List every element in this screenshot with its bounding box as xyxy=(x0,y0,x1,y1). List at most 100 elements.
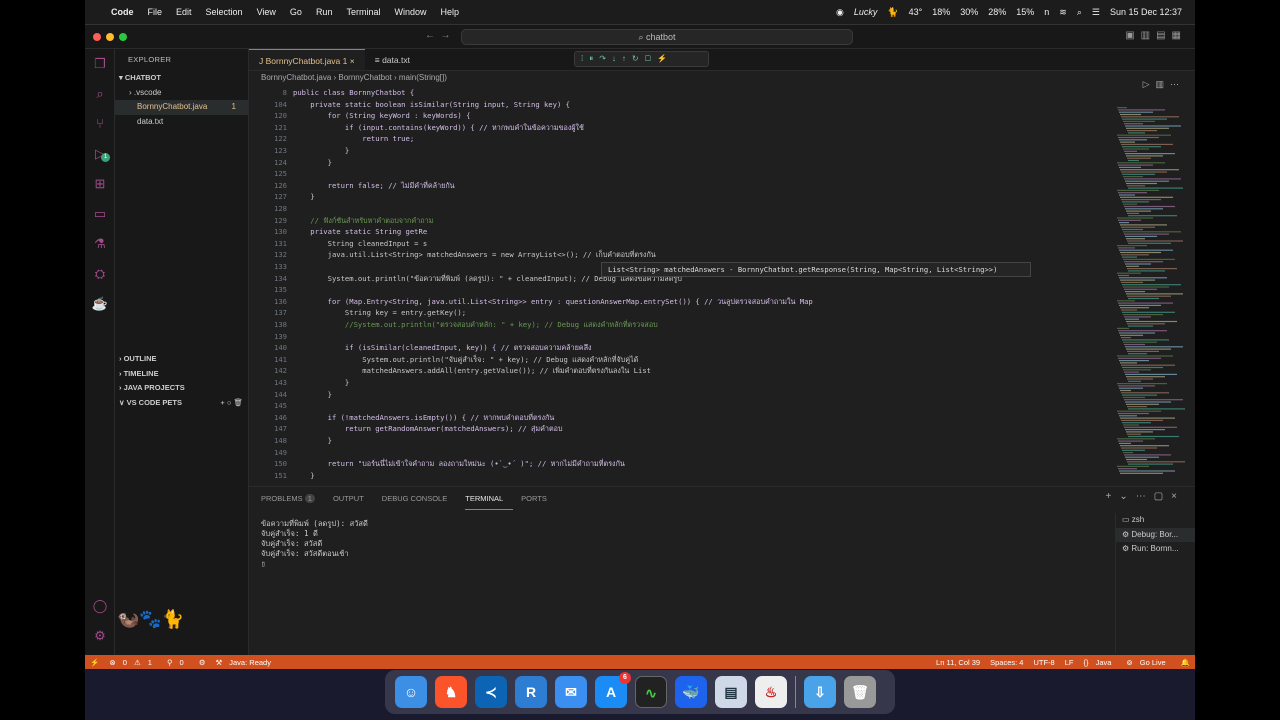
tab-data-txt[interactable]: ≡ data.txt xyxy=(365,49,420,70)
lucky-status[interactable]: Lucky xyxy=(849,7,883,17)
tab-output[interactable]: OUTPUT xyxy=(333,489,374,509)
file-bornnychatbot[interactable]: BornnyChatbot.java 1 xyxy=(115,100,248,115)
remote-desktop-icon[interactable]: R xyxy=(515,676,547,708)
terminal-debug[interactable]: ⚙ Debug: Bor... xyxy=(1116,527,1195,542)
folder-chatbot[interactable]: ▾ CHATBOT xyxy=(115,71,248,86)
language-mode[interactable]: {} Java xyxy=(1078,658,1121,667)
menu-selection[interactable]: Selection xyxy=(199,7,250,17)
activity-monitor-icon[interactable]: ∿ xyxy=(635,676,667,708)
pets-actions[interactable]: + ○ 🗑 xyxy=(220,396,243,411)
file-data-txt[interactable]: data.txt xyxy=(115,115,248,130)
extensions-icon[interactable]: ⊞ xyxy=(91,175,109,193)
code-view[interactable]: 8 public class BornnyChatbot {104 private… xyxy=(249,88,1109,486)
close-window-button[interactable] xyxy=(93,33,101,41)
remote-explorer-icon[interactable]: ▭ xyxy=(91,205,109,223)
minimap-line xyxy=(1127,157,1151,159)
section-java-projects[interactable]: › JAVA PROJECTS xyxy=(115,381,249,396)
tab-bornnychatbot[interactable]: J BornnyChatbot.java 1 × xyxy=(249,49,365,70)
explorer-icon[interactable]: ❐ xyxy=(91,55,109,73)
remote-icon[interactable]: ⚡ xyxy=(85,658,104,667)
terminal-zsh[interactable]: ▭ zsh xyxy=(1116,513,1195,528)
zoom-window-button[interactable] xyxy=(119,33,127,41)
app-store-icon[interactable]: A6 xyxy=(595,672,631,708)
docker-icon[interactable]: 🐳 xyxy=(675,676,707,708)
teapot-icon[interactable]: ☕ xyxy=(91,295,109,313)
terminal-run[interactable]: ⚙ Run: Bornn... xyxy=(1116,542,1195,557)
go-live-button[interactable]: ⊚ Go Live xyxy=(1121,658,1175,667)
wifi-icon[interactable]: ≋ xyxy=(1054,7,1072,18)
bell-icon[interactable]: 🔔 xyxy=(1176,658,1195,667)
control-center-icon[interactable]: ☰ xyxy=(1087,7,1105,18)
section-timeline[interactable]: › TIMELINE xyxy=(115,367,249,382)
input-source[interactable]: n xyxy=(1039,7,1054,17)
cpu-status[interactable]: 18% xyxy=(927,7,955,17)
dock-divider xyxy=(795,676,796,708)
breadcrumb-file[interactable]: BornnyChatbot.java xyxy=(261,73,331,82)
layout-icons[interactable]: ▣▥▤▦ xyxy=(1125,30,1187,41)
menu-edit[interactable]: Edit xyxy=(169,7,199,17)
java-status-label: Java: Ready xyxy=(229,657,271,667)
record-icon[interactable]: ◉ xyxy=(831,7,849,18)
debug-toolbar[interactable]: ⁞⏸↷↓↑↻▢⚡ xyxy=(574,51,709,67)
run-debug-icon[interactable]: ▷ 1 xyxy=(91,145,110,163)
menu-view[interactable]: View xyxy=(250,7,283,17)
tab-debug-console[interactable]: DEBUG CONSOLE xyxy=(382,489,457,509)
minimap-line xyxy=(1120,417,1175,419)
file-vscode[interactable]: › .vscode xyxy=(115,86,248,101)
account-icon[interactable]: ◯ xyxy=(91,597,109,615)
tab-problems[interactable]: PROBLEMS 1 xyxy=(261,489,325,509)
line-number: 140 xyxy=(274,343,287,353)
tab-ports[interactable]: PORTS xyxy=(521,489,557,509)
tab-terminal[interactable]: TERMINAL xyxy=(465,489,514,510)
search-icon[interactable]: ⌕ xyxy=(1072,7,1087,18)
menu-terminal[interactable]: Terminal xyxy=(339,7,387,17)
problems-status[interactable]: ⊗ 0 ⚠ 1 xyxy=(104,658,162,667)
breadcrumb-method[interactable]: main(String[]) xyxy=(399,73,447,82)
downloads-icon[interactable]: ⇩ xyxy=(804,676,836,708)
ports-status[interactable]: ⚲ 0 xyxy=(162,658,194,667)
panel-actions[interactable]: +⌄⋯▢× xyxy=(1105,491,1185,502)
app-menu[interactable]: Code xyxy=(104,7,141,17)
brave-icon[interactable]: ♞ xyxy=(435,676,467,708)
testing-icon[interactable]: ⚗ xyxy=(91,235,109,253)
encoding[interactable]: UTF-8 xyxy=(1028,658,1059,667)
menu-help[interactable]: Help xyxy=(433,7,466,17)
clock[interactable]: Sun 15 Dec 12:37 xyxy=(1105,7,1187,17)
docker-icon[interactable]: ⛭ xyxy=(91,265,109,283)
vscode-icon[interactable]: ≺ xyxy=(475,676,507,708)
section-vscode-pets[interactable]: ∨ VS CODE PETS + ○ 🗑 xyxy=(115,396,249,411)
indentation[interactable]: Spaces: 4 xyxy=(985,658,1028,667)
search-icon[interactable]: ⌕ xyxy=(91,85,109,103)
breadcrumb-class[interactable]: BornnyChatbot xyxy=(338,73,391,82)
menu-file[interactable]: File xyxy=(141,7,170,17)
terminal-output[interactable]: ข้อความที่พิมพ์ (ลดรูป): สวัสดี จับคู่สำเ… xyxy=(261,519,368,569)
java-status[interactable]: ⚒ Java: Ready xyxy=(210,658,281,667)
minimize-window-button[interactable] xyxy=(106,33,114,41)
cursor-position[interactable]: Ln 11, Col 39 xyxy=(931,658,985,667)
debug-status-icon[interactable]: ⚙ xyxy=(194,658,211,667)
source-control-icon[interactable]: ⑂ xyxy=(91,115,109,133)
battery-status[interactable]: 15% xyxy=(1011,7,1039,17)
weather-status[interactable]: 43° xyxy=(904,7,928,17)
mail-icon[interactable]: ✉ xyxy=(555,676,587,708)
section-outline[interactable]: › OUTLINE xyxy=(115,352,249,367)
menu-window[interactable]: Window xyxy=(387,7,433,17)
minimap-line xyxy=(1122,256,1137,258)
settings-gear-icon[interactable]: ⚙ xyxy=(91,627,109,645)
eol[interactable]: LF xyxy=(1060,658,1079,667)
command-center[interactable]: ⌕ chatbot xyxy=(461,29,853,45)
disk-status[interactable]: 28% xyxy=(983,7,1011,17)
cat-icon[interactable]: 🐈 xyxy=(882,7,903,18)
java-icon[interactable]: ♨ xyxy=(755,676,787,708)
nav-arrows[interactable]: ← → xyxy=(425,30,451,41)
menu-go[interactable]: Go xyxy=(283,7,309,17)
minimap-line xyxy=(1128,435,1179,438)
preview-icon[interactable]: ▤ xyxy=(715,676,747,708)
menu-run[interactable]: Run xyxy=(309,7,340,17)
minimap[interactable] xyxy=(1113,107,1191,487)
trash-icon[interactable]: 🗑 xyxy=(844,676,876,708)
editor-actions[interactable]: ▷▥⋯ xyxy=(1143,79,1185,90)
finder-icon[interactable]: ☺ xyxy=(395,676,427,708)
memory-status[interactable]: 30% xyxy=(955,7,983,17)
minimap-line xyxy=(1119,194,1135,196)
